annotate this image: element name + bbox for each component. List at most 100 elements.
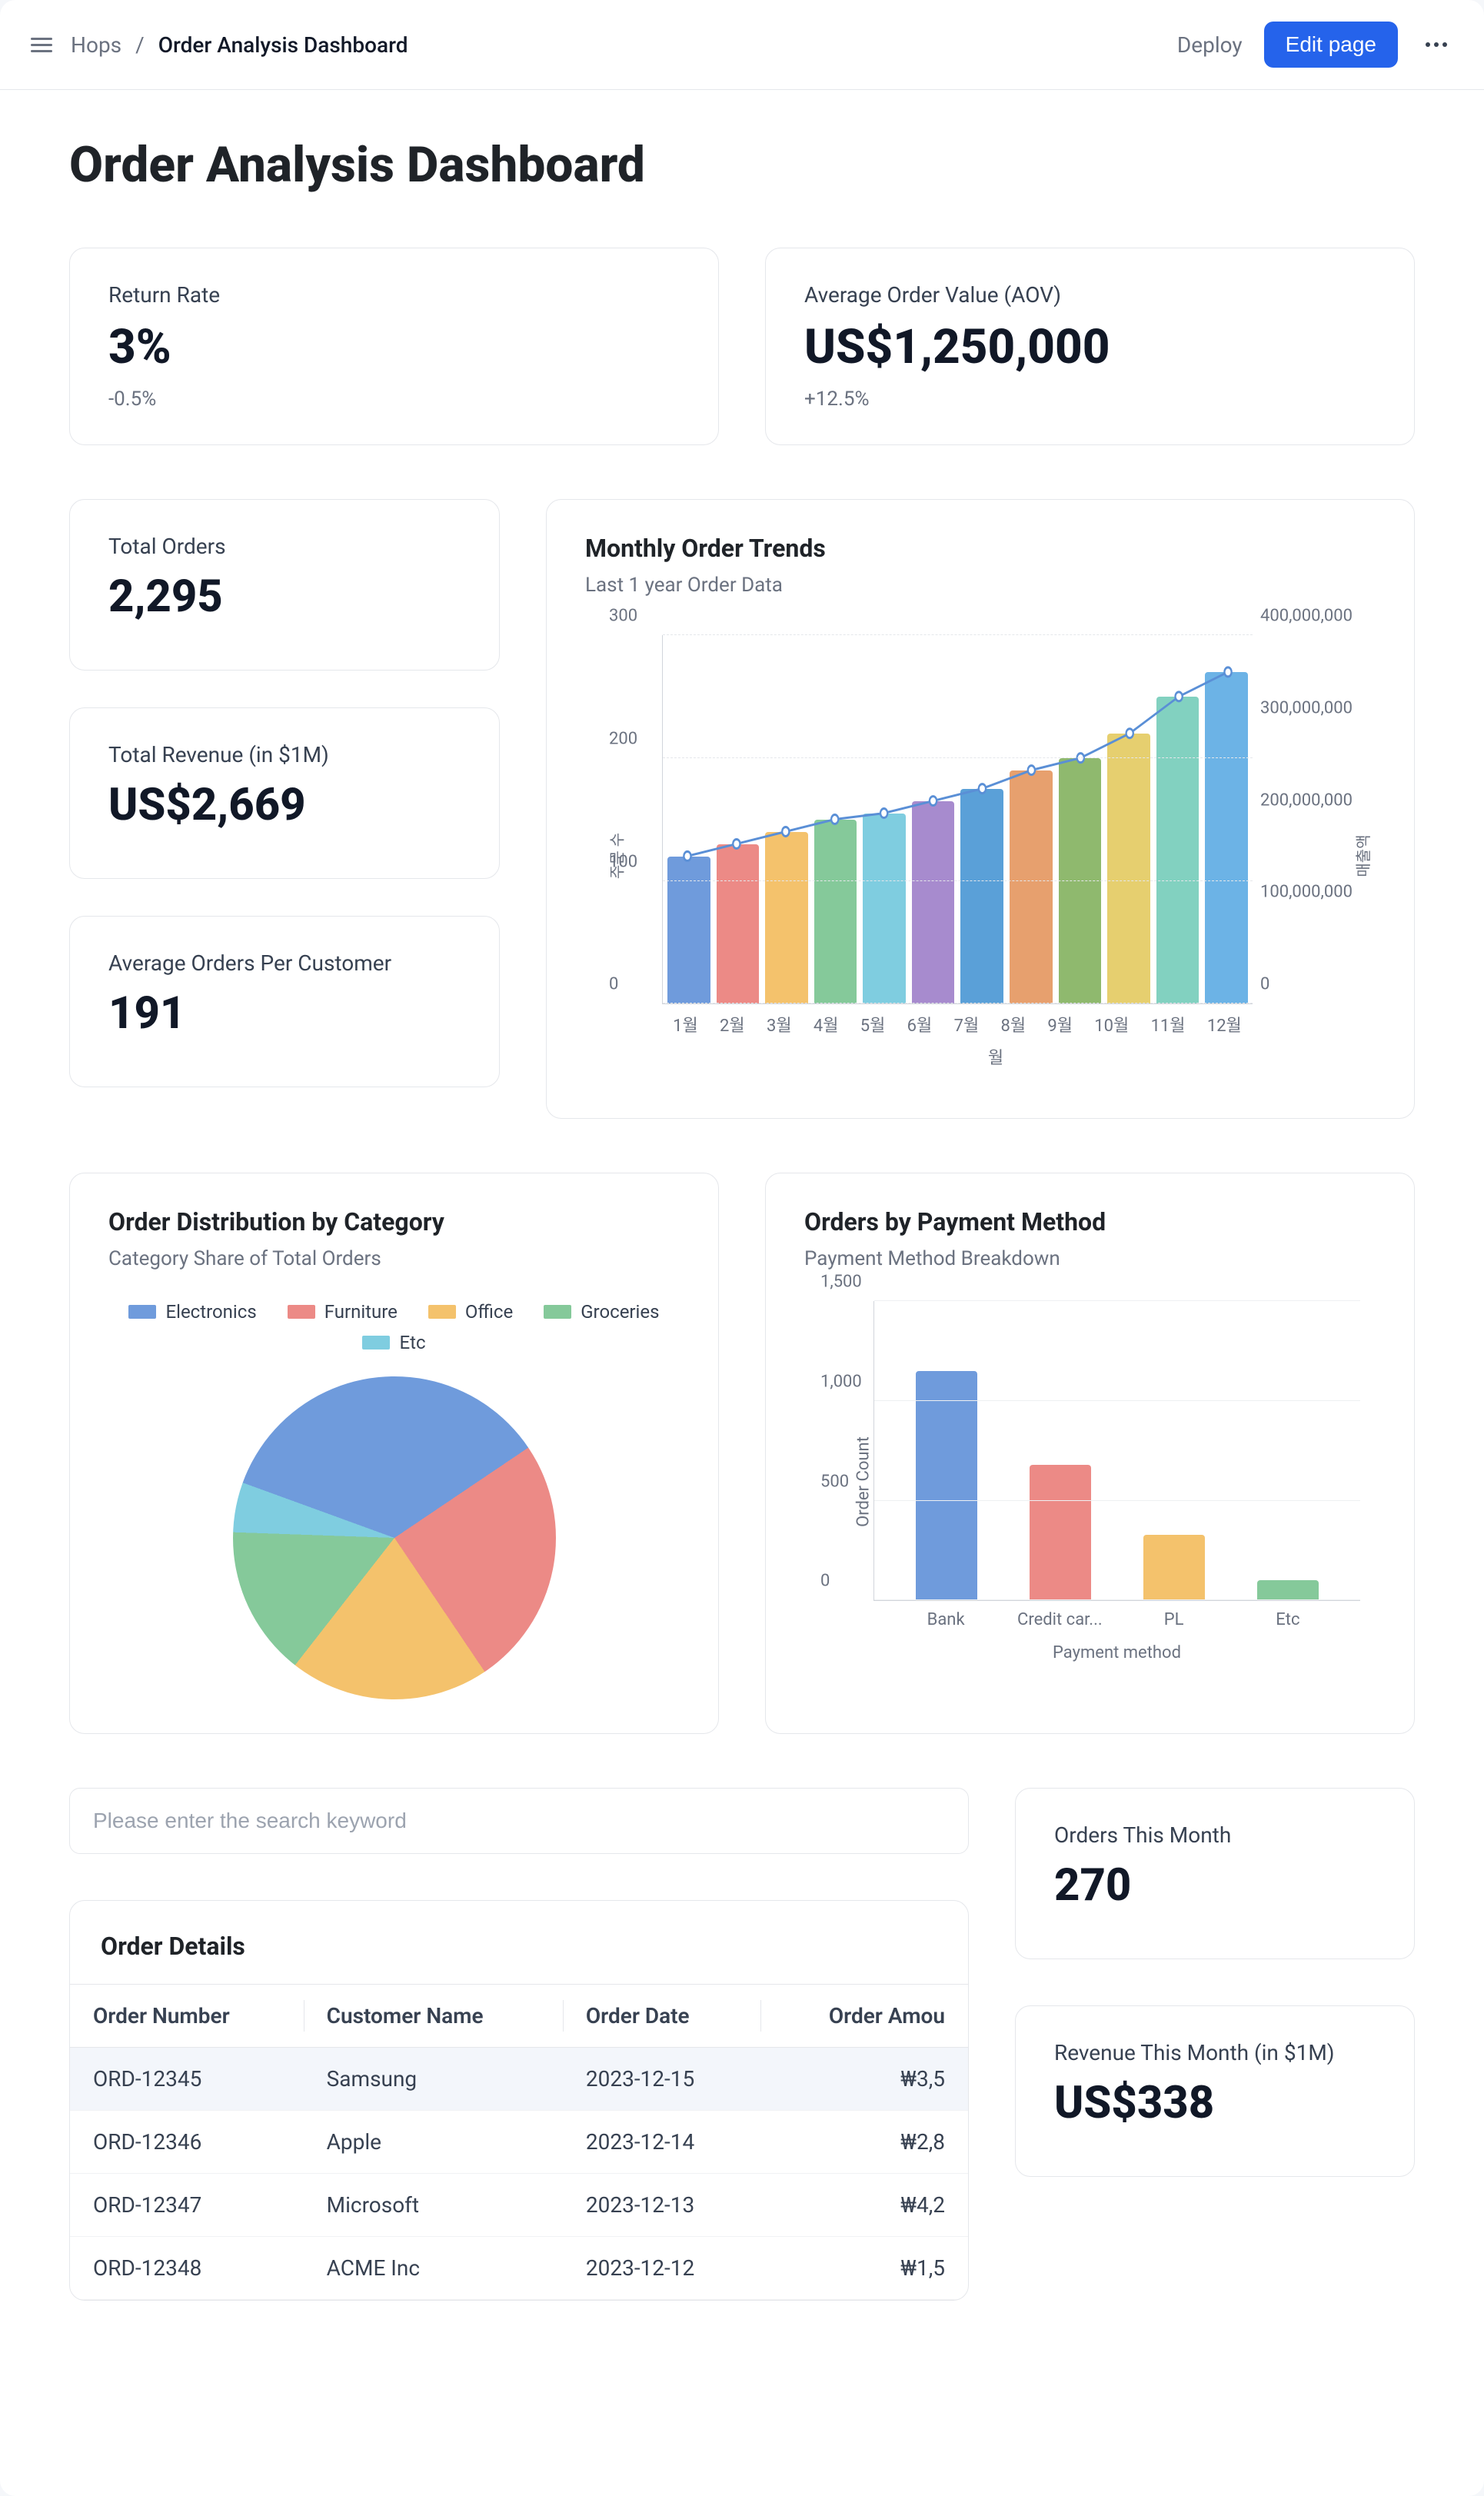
kpi-label: Total Revenue (in $1M) — [108, 742, 461, 767]
legend-swatch — [544, 1305, 571, 1319]
table-cell: 2023-12-15 — [563, 2048, 760, 2111]
chart-bar[interactable] — [765, 832, 808, 1004]
chart-subtitle: Payment Method Breakdown — [804, 1247, 1376, 1270]
y-tick: 1,500 — [820, 1273, 862, 1292]
chart-legend: Electronics Furniture Office Groceries Etc — [108, 1301, 680, 1353]
x-tick: Etc — [1231, 1610, 1345, 1629]
legend-label: Groceries — [581, 1301, 659, 1323]
table-cell: ₩3,5 — [760, 2048, 968, 2111]
x-tick: 8월 — [1000, 1012, 1026, 1037]
y-axis-label: Order Count — [853, 1436, 873, 1527]
chart-bar[interactable] — [912, 801, 955, 1003]
y-tick: 500 — [820, 1472, 849, 1491]
chart-bar[interactable] — [1205, 672, 1248, 1003]
table-cell: ORD-12348 — [70, 2237, 304, 2300]
kpi-value: 270 — [1054, 1862, 1376, 1911]
chart-bar[interactable] — [1257, 1580, 1319, 1600]
more-icon[interactable] — [1419, 36, 1453, 53]
chart-bar[interactable] — [1156, 697, 1200, 1003]
kpi-value: 2,295 — [108, 573, 461, 622]
chart-subtitle: Last 1 year Order Data — [585, 574, 1376, 597]
y-tick-left: 100 — [609, 852, 637, 871]
kpi-label: Average Order Value (AOV) — [804, 282, 1376, 308]
x-axis-label: Payment method — [873, 1643, 1360, 1662]
chart-bar[interactable] — [960, 789, 1003, 1003]
chart-bar[interactable] — [916, 1371, 977, 1600]
table-cell: ₩2,8 — [760, 2111, 968, 2174]
chart-bar[interactable] — [863, 814, 906, 1003]
chart-bar[interactable] — [717, 844, 760, 1004]
y-tick-left: 300 — [609, 607, 637, 626]
kpi-label: Revenue This Month (in $1M) — [1054, 2040, 1376, 2065]
search-input[interactable] — [69, 1788, 969, 1854]
y-tick-right: 300,000,000 — [1260, 698, 1353, 717]
breadcrumb-root[interactable]: Hops — [71, 32, 121, 58]
kpi-return-rate: Return Rate 3% -0.5% — [69, 248, 719, 445]
y-tick-right: 0 — [1260, 975, 1353, 994]
deploy-link[interactable]: Deploy — [1177, 32, 1243, 58]
pie-chart — [233, 1376, 556, 1699]
table-cell: ORD-12346 — [70, 2111, 304, 2174]
legend-swatch — [128, 1305, 156, 1319]
table-cell: ORD-12345 — [70, 2048, 304, 2111]
chart-plot-area: 05001,0001,500 — [873, 1301, 1360, 1601]
legend-item[interactable]: Furniture — [288, 1301, 398, 1323]
breadcrumb-current: Order Analysis Dashboard — [158, 32, 408, 58]
table-header[interactable]: Order Number — [70, 1985, 304, 2048]
kpi-label: Total Orders — [108, 534, 461, 559]
table-cell: ₩1,5 — [760, 2237, 968, 2300]
kpi-value: US$1,250,000 — [804, 321, 1376, 374]
chart-bar[interactable] — [1010, 770, 1053, 1003]
edit-page-button[interactable]: Edit page — [1264, 22, 1398, 68]
legend-item[interactable]: Office — [428, 1301, 513, 1323]
legend-item[interactable]: Electronics — [128, 1301, 256, 1323]
table-header[interactable]: Order Amou — [760, 1985, 968, 2048]
y-tick-right: 200,000,000 — [1260, 790, 1353, 810]
chart-plot-area: 01002003000100,000,000200,000,000300,000… — [662, 635, 1253, 1004]
kpi-avg-orders-customer: Average Orders Per Customer 191 — [69, 916, 500, 1087]
x-tick: 5월 — [860, 1012, 886, 1037]
table-title: Order Details — [70, 1901, 968, 1984]
legend-item[interactable]: Etc — [362, 1332, 425, 1353]
kpi-label: Return Rate — [108, 282, 680, 308]
legend-label: Electronics — [165, 1301, 256, 1323]
table-row[interactable]: ORD-12348ACME Inc2023-12-12₩1,5 — [70, 2237, 968, 2300]
chart-bar[interactable] — [1030, 1465, 1091, 1600]
page-title: Order Analysis Dashboard — [69, 136, 1415, 194]
legend-label: Etc — [399, 1332, 425, 1353]
x-tick: 1월 — [673, 1012, 698, 1037]
table-row[interactable]: ORD-12345Samsung2023-12-15₩3,5 — [70, 2048, 968, 2111]
kpi-total-revenue: Total Revenue (in $1M) US$2,669 — [69, 707, 500, 879]
legend-item[interactable]: Groceries — [544, 1301, 659, 1323]
kpi-delta: -0.5% — [108, 388, 680, 411]
y-tick-right: 100,000,000 — [1260, 883, 1353, 902]
chart-bar[interactable] — [1107, 734, 1150, 1003]
table-row[interactable]: ORD-12347Microsoft2023-12-13₩4,2 — [70, 2174, 968, 2237]
chart-payment-method: Orders by Payment Method Payment Method … — [765, 1173, 1415, 1734]
chart-bar[interactable] — [814, 820, 857, 1004]
menu-icon[interactable] — [31, 38, 52, 52]
chart-bar[interactable] — [667, 857, 710, 1004]
x-tick: 9월 — [1047, 1012, 1073, 1037]
kpi-total-orders: Total Orders 2,295 — [69, 499, 500, 671]
table-cell: Apple — [304, 2111, 563, 2174]
y-tick: 0 — [820, 1572, 830, 1591]
y-tick: 1,000 — [820, 1372, 862, 1391]
table-cell: 2023-12-14 — [563, 2111, 760, 2174]
chart-subtitle: Category Share of Total Orders — [108, 1247, 680, 1270]
chart-bar[interactable] — [1143, 1535, 1205, 1601]
x-tick: 2월 — [720, 1012, 745, 1037]
table-row[interactable]: ORD-12346Apple2023-12-14₩2,8 — [70, 2111, 968, 2174]
order-details-table: Order Details Order NumberCustomer NameO… — [69, 1900, 969, 2301]
kpi-value: 191 — [108, 990, 461, 1039]
table-header[interactable]: Order Date — [563, 1985, 760, 2048]
breadcrumb-separator: / — [135, 32, 145, 58]
legend-swatch — [362, 1336, 390, 1350]
kpi-label: Average Orders Per Customer — [108, 950, 461, 976]
kpi-orders-this-month: Orders This Month 270 — [1015, 1788, 1415, 1959]
table-cell: Samsung — [304, 2048, 563, 2111]
table-cell: ORD-12347 — [70, 2174, 304, 2237]
kpi-value: US$338 — [1054, 2079, 1376, 2128]
table-header[interactable]: Customer Name — [304, 1985, 563, 2048]
chart-monthly-order-trends: Monthly Order Trends Last 1 year Order D… — [546, 499, 1415, 1119]
